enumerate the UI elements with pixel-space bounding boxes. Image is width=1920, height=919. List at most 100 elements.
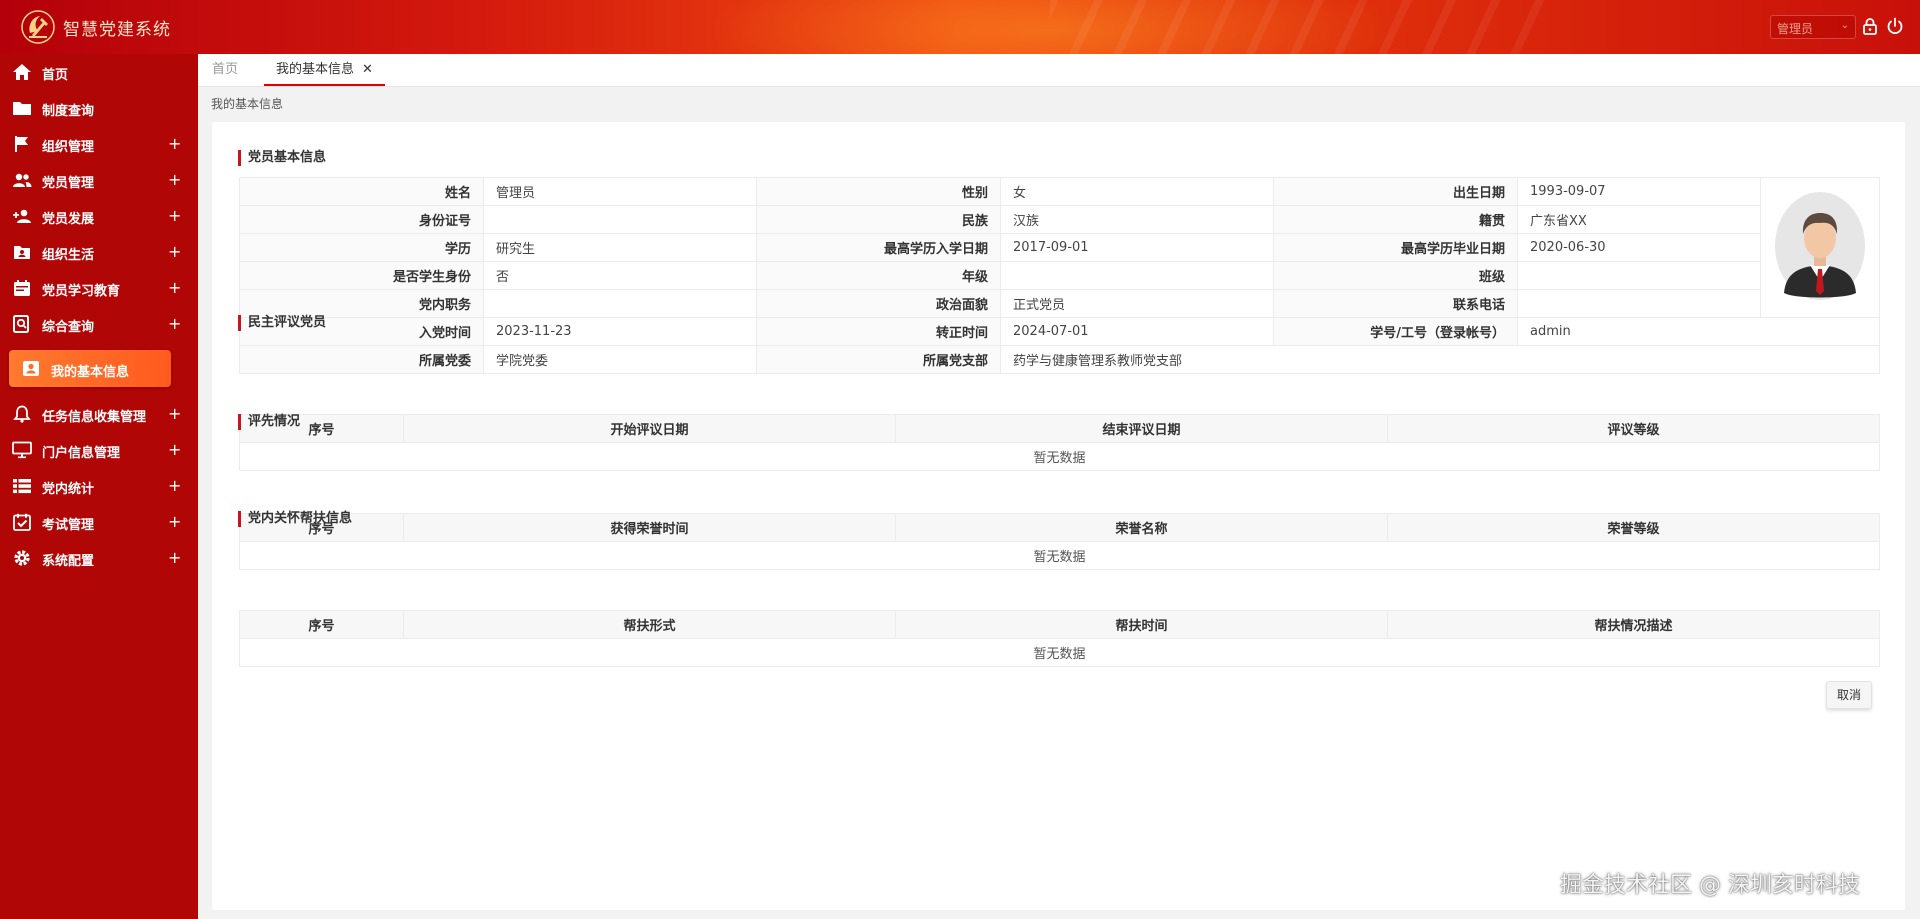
field-value (1517, 289, 1761, 318)
table-row: 党内职务 政治面貌 正式党员 联系电话 (239, 289, 1880, 318)
field-label: 党内职务 (239, 289, 484, 318)
sidebar-item-home[interactable]: 首页 (0, 54, 198, 90)
sidebar-item-label: 任务信息收集管理 (42, 410, 147, 425)
column-header: 荣誉等级 (1387, 513, 1880, 542)
table-header-row: 序号 开始评议日期 结束评议日期 评议等级 (239, 414, 1880, 443)
monitor-icon (12, 441, 32, 459)
power-icon[interactable] (1885, 16, 1905, 36)
column-header: 序号 (239, 610, 404, 639)
users-icon (13, 173, 32, 187)
field-label: 籍贯 (1273, 205, 1518, 234)
sidebar-item-party-statistics[interactable]: 党内统计 + (0, 468, 198, 504)
gear-icon (14, 550, 30, 566)
sidebar-item-label: 制度查询 (42, 104, 95, 119)
sidebar-item-comprehensive-query[interactable]: 综合查询 + (0, 306, 198, 342)
sidebar-item-study-education[interactable]: 党员学习教育 + (0, 270, 198, 306)
field-label: 出生日期 (1273, 177, 1518, 206)
table-row: 暂无数据 (239, 638, 1880, 667)
field-value: 管理员 (483, 177, 757, 206)
field-value: 正式党员 (1000, 289, 1274, 318)
table-row: 所属党委 学院党委 所属党支部 药学与健康管理系教师党支部 (239, 345, 1880, 374)
user-role-select[interactable]: 管理员 ⌄ (1770, 15, 1856, 39)
sidebar-item-portal-management[interactable]: 门户信息管理 + (0, 432, 198, 468)
field-label: 年级 (756, 261, 1001, 290)
expand-icon: + (168, 476, 182, 495)
top-header: 智慧党建系统 (0, 0, 1920, 54)
sidebar-item-exam-management[interactable]: 考试管理 + (0, 504, 198, 540)
field-value (483, 205, 757, 234)
bell-icon (13, 405, 31, 423)
expand-icon: + (168, 512, 182, 531)
field-label: 姓名 (239, 177, 484, 206)
sidebar-item-member-development[interactable]: 党员发展 + (0, 198, 198, 234)
sidebar-item-my-info[interactable]: 我的基本信息 (9, 350, 171, 387)
field-label: 最高学历毕业日期 (1273, 233, 1518, 262)
field-label: 民族 (756, 205, 1001, 234)
table-row: 暂无数据 (239, 442, 1880, 471)
sidebar-item-label: 组织生活 (42, 248, 95, 263)
field-value: 否 (483, 261, 757, 290)
avatar (1775, 191, 1865, 300)
tab-home[interactable]: 首页 (212, 54, 238, 86)
column-header: 帮扶形式 (403, 610, 896, 639)
checklist-icon (13, 513, 31, 531)
expand-icon: + (168, 404, 182, 423)
sidebar-item-task-collection[interactable]: 任务信息收集管理 + (0, 396, 198, 432)
close-icon[interactable]: ✕ (362, 62, 373, 77)
expand-icon: + (168, 170, 182, 189)
column-header: 荣誉名称 (895, 513, 1388, 542)
table-row: 是否学生身份 否 年级 班级 (239, 261, 1880, 290)
sidebar-item-org-life[interactable]: 组织生活 + (0, 234, 198, 270)
home-icon (13, 64, 31, 80)
field-label: 政治面貌 (756, 289, 1001, 318)
expand-icon: + (168, 314, 182, 333)
sidebar-item-label: 综合查询 (42, 320, 95, 335)
care-table: 序号 帮扶形式 帮扶时间 帮扶情况描述 暂无数据 (239, 610, 1880, 667)
expand-icon: + (168, 440, 182, 459)
field-label: 身份证号 (239, 205, 484, 234)
table-row: 入党时间 2023-11-23 转正时间 2024-07-01 学号/工号（登录… (239, 317, 1880, 346)
sidebar-item-label: 考试管理 (42, 518, 95, 533)
table-header-row: 序号 帮扶形式 帮扶时间 帮扶情况描述 (239, 610, 1880, 639)
table-row: 学历 研究生 最高学历入学日期 2017-09-01 最高学历毕业日期 2020… (239, 233, 1880, 262)
field-value: 研究生 (483, 233, 757, 262)
field-value (1000, 261, 1274, 290)
tab-my-info[interactable]: 我的基本信息 ✕ (264, 54, 385, 86)
empty-state-text: 暂无数据 (239, 638, 1880, 667)
field-value: 学院党委 (483, 345, 757, 374)
field-label: 所属党支部 (756, 345, 1001, 374)
column-header: 评议等级 (1387, 414, 1880, 443)
field-label: 性别 (756, 177, 1001, 206)
basic-info-table: 姓名 管理员 性别 女 出生日期 1993-09-07 身份证号 民族 汉族 籍… (239, 177, 1880, 374)
field-label: 转正时间 (756, 317, 1001, 346)
sidebar-item-org-management[interactable]: 组织管理 + (0, 126, 198, 162)
folder-icon (13, 102, 31, 115)
app-title: 智慧党建系统 (63, 20, 171, 40)
honors-table: 序号 获得荣誉时间 荣誉名称 荣誉等级 暂无数据 (239, 513, 1880, 570)
table-row: 暂无数据 (239, 541, 1880, 570)
sidebar-item-label: 党员学习教育 (42, 284, 121, 299)
review-table: 序号 开始评议日期 结束评议日期 评议等级 暂无数据 (239, 414, 1880, 471)
field-value: 广东省XX (1517, 205, 1761, 234)
cancel-button[interactable]: 取消 (1826, 681, 1872, 709)
lock-icon[interactable] (1860, 16, 1880, 36)
field-value: admin (1517, 317, 1880, 346)
search-doc-icon (13, 315, 29, 333)
party-emblem-icon (21, 10, 55, 44)
breadcrumb: 我的基本信息 (211, 97, 284, 111)
field-value: 1993-09-07 (1517, 177, 1761, 206)
field-value: 汉族 (1000, 205, 1274, 234)
sidebar-item-member-management[interactable]: 党员管理 + (0, 162, 198, 198)
table-row: 姓名 管理员 性别 女 出生日期 1993-09-07 (239, 177, 1880, 318)
field-value: 药学与健康管理系教师党支部 (1000, 345, 1880, 374)
flag-icon (15, 136, 28, 152)
sidebar-item-system-config[interactable]: 系统配置 + (0, 540, 198, 576)
sidebar-item-label: 党内统计 (42, 482, 95, 497)
contact-card-icon (14, 246, 30, 259)
sidebar-item-policy-query[interactable]: 制度查询 (0, 90, 198, 126)
sidebar-item-label: 首页 (42, 68, 69, 83)
sidebar-item-label: 我的基本信息 (51, 365, 130, 380)
profile-icon (23, 361, 39, 376)
main-panel: 党员基本信息 姓名 管理员 性别 女 出生日期 1993-09-07 身份证号 … (212, 122, 1905, 910)
column-header: 获得荣誉时间 (403, 513, 896, 542)
